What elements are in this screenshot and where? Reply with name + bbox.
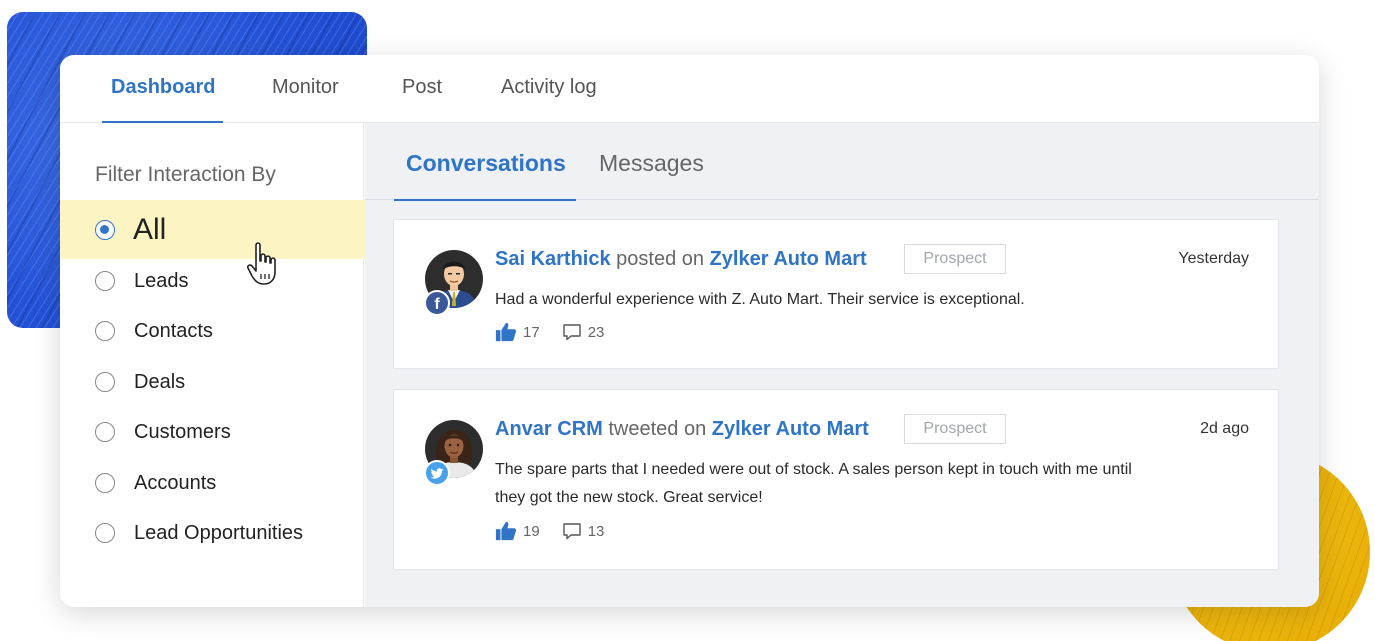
top-navigation: Dashboard Monitor Post Activity log [60,55,1319,123]
tab-messages[interactable]: Messages [599,150,704,200]
tab-conversations[interactable]: Conversations [394,150,576,201]
radio-button[interactable] [95,473,115,493]
app-window: Dashboard Monitor Post Activity log Filt… [60,55,1319,607]
status-badge: Prospect [904,414,1006,444]
like-count: 17 [523,323,540,341]
page-link[interactable]: Zylker Auto Mart [712,418,869,440]
content-area: Conversations Messages f Sai Karthick po… [365,123,1319,607]
post-body: Had a wonderful experience with Z. Auto … [495,291,1025,308]
twitter-icon [424,460,450,486]
radio-button[interactable] [95,321,115,341]
radio-button[interactable] [95,523,115,543]
facebook-icon: f [424,290,450,316]
thumbs-up-icon [495,322,517,342]
comment-button[interactable]: 23 [562,323,605,341]
tab-post[interactable]: Post [402,76,442,123]
tab-dashboard[interactable]: Dashboard [101,76,224,123]
filter-option-contacts[interactable]: Contacts [60,311,364,351]
filter-option-label: All [133,212,167,246]
filter-option-label: Deals [134,370,186,393]
radio-button[interactable] [95,372,115,392]
post-headline: Anvar CRM tweeted on Zylker Auto Mart [495,418,869,441]
comment-button[interactable]: 13 [562,522,605,540]
filter-option-label: Contacts [134,319,213,342]
filter-sidebar: Filter Interaction By All Leads Contacts… [60,123,369,607]
like-button[interactable]: 17 [495,321,540,343]
page-link[interactable]: Zylker Auto Mart [710,248,867,270]
filter-option-customers[interactable]: Customers [60,412,364,452]
comment-count: 23 [587,323,605,341]
content-tabs: Conversations Messages [365,123,1319,201]
filter-option-label: Leads [134,269,189,292]
like-count: 19 [523,522,540,540]
radio-button[interactable] [95,271,115,291]
filter-title: Filter Interaction By [95,163,276,186]
radio-button-selected[interactable] [95,219,115,240]
filter-option-label: Accounts [134,471,217,494]
post-headline: Sai Karthick posted on Zylker Auto Mart [495,248,867,271]
comment-count: 13 [587,522,605,540]
filter-option-deals[interactable]: Deals [60,362,364,402]
comment-icon [562,523,581,540]
thumbs-up-icon [495,521,517,541]
post-body: The spare parts that I needed were out o… [495,461,1132,506]
post-action: tweeted on [608,418,707,440]
post-stats: 17 23 [495,321,626,343]
post-stats: 19 13 [495,520,626,542]
filter-option-label: Customers [134,420,231,443]
conversation-card[interactable]: f Sai Karthick posted on Zylker Auto Mar… [393,219,1279,369]
hand-cursor-icon [247,242,276,285]
status-badge: Prospect [904,244,1006,274]
post-action: posted on [616,248,705,270]
post-timestamp: 2d ago [1200,420,1249,437]
filter-option-lead-opportunities[interactable]: Lead Opportunities [60,513,364,553]
radio-button[interactable] [95,422,115,442]
filter-option-leads[interactable]: Leads [60,261,364,301]
tab-activity-log[interactable]: Activity log [501,76,597,123]
comment-icon [562,324,581,341]
author-link[interactable]: Sai Karthick [495,248,611,270]
filter-option-accounts[interactable]: Accounts [60,463,364,503]
author-link[interactable]: Anvar CRM [495,418,603,440]
filter-option-label: Lead Opportunities [134,521,304,544]
conversation-card[interactable]: Anvar CRM tweeted on Zylker Auto Mart Pr… [393,389,1279,570]
like-button[interactable]: 19 [495,520,540,542]
filter-option-all[interactable]: All [60,200,369,259]
post-timestamp: Yesterday [1178,250,1249,267]
tab-monitor[interactable]: Monitor [272,76,339,123]
